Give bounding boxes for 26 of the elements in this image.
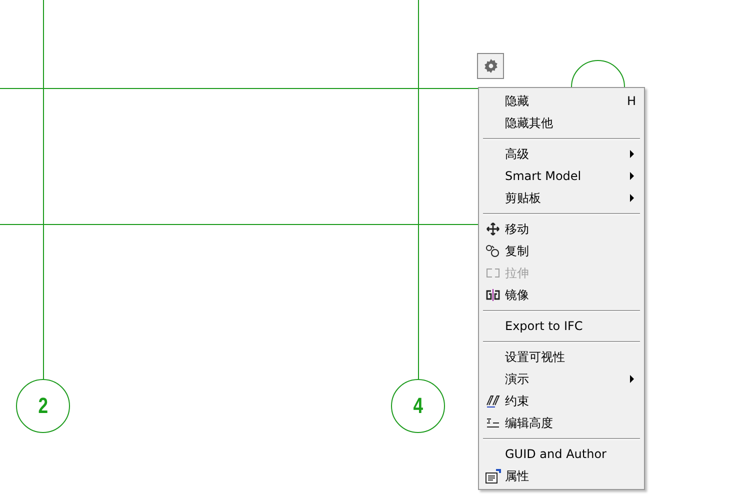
- properties-icon: [485, 468, 501, 484]
- menu-item[interactable]: 高级: [481, 143, 642, 165]
- grid-label: 4: [413, 393, 423, 419]
- menu-item[interactable]: 镜像: [481, 284, 642, 306]
- grid-label: 2: [38, 393, 48, 419]
- settings-icon: [482, 58, 498, 74]
- menu-item[interactable]: 编辑高度: [481, 412, 642, 434]
- menu-item[interactable]: 演示: [481, 368, 642, 390]
- constraint-icon: [486, 394, 500, 408]
- copy-icon: [485, 244, 501, 258]
- menu-item[interactable]: Export to IFC: [481, 315, 642, 337]
- menu-item[interactable]: 设置可视性: [481, 346, 642, 368]
- menu-item[interactable]: 属性: [481, 465, 642, 487]
- menu-item[interactable]: 隐藏其他: [481, 112, 642, 134]
- menu-item[interactable]: GUID and Author: [481, 443, 642, 465]
- menu-item[interactable]: Smart Model: [481, 165, 642, 187]
- menu-item[interactable]: 复制: [481, 240, 642, 262]
- height-icon: [486, 417, 500, 429]
- stretch-icon: [486, 268, 500, 278]
- menu-item[interactable]: 约束: [481, 390, 642, 412]
- menu-item[interactable]: 剪贴板: [481, 187, 642, 209]
- menu-item[interactable]: 移动: [481, 218, 642, 240]
- move-icon: [486, 222, 500, 236]
- mirror-icon: [486, 289, 500, 301]
- menu-item[interactable]: 隐藏 H: [481, 90, 642, 112]
- settings-button[interactable]: [477, 53, 504, 79]
